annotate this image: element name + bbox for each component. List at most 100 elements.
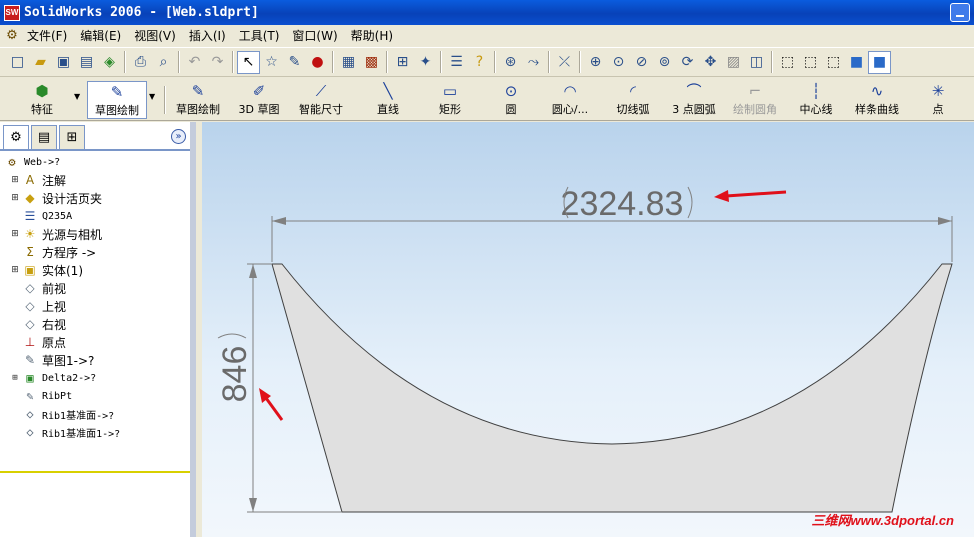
pan-icon[interactable]: ✥ xyxy=(699,51,722,74)
view-orientation-icon[interactable]: ◫ xyxy=(745,51,768,74)
help-icon[interactable]: ? xyxy=(468,51,491,74)
tool-point[interactable]: ✳ 点 xyxy=(930,81,946,119)
tree-item[interactable]: ◇ 右视 xyxy=(0,315,190,333)
move-component-icon[interactable]: ✦ xyxy=(414,51,437,74)
tree-item[interactable]: ⊞ ☀ 光源与相机 xyxy=(0,225,190,243)
tool-tangent-arc[interactable]: ◜ 切线弧 xyxy=(614,81,652,119)
grid-icon[interactable]: ▦ xyxy=(337,51,360,74)
toolbar-separator xyxy=(440,51,442,73)
tree-item[interactable]: ◇ Rib1基准面1->? xyxy=(0,423,190,441)
new-icon[interactable]: □ xyxy=(6,51,29,74)
sketch-drawing-button[interactable]: ✎ 草图绘制 xyxy=(87,81,147,119)
shaded-edges-icon[interactable]: ■ xyxy=(845,51,868,74)
expand-icon[interactable]: ⊞ xyxy=(10,265,20,275)
tree-item[interactable]: ✎ RibPt xyxy=(0,387,190,405)
measure-icon[interactable]: ⤳ xyxy=(522,51,545,74)
zoom-fit-icon[interactable]: ⊕ xyxy=(584,51,607,74)
measure2-icon[interactable]: ⤫ xyxy=(553,51,576,74)
zoom-selection-icon[interactable]: ⊚ xyxy=(653,51,676,74)
tool-circle[interactable]: ⊙ 圆 xyxy=(502,81,520,119)
tool-rectangle[interactable]: ▭ 矩形 xyxy=(436,81,464,119)
zoom-page-icon[interactable]: ⌕ xyxy=(152,51,175,74)
hidden-lines-icon[interactable]: ⬚ xyxy=(799,51,822,74)
tree-item[interactable]: Σ 方程序 -> xyxy=(0,243,190,261)
hidden-removed-icon[interactable]: ⬚ xyxy=(822,51,845,74)
expand-icon[interactable]: ⊞ xyxy=(10,175,20,185)
graphics-area[interactable]: 2324.83 846 三维网www.3dportal.cn xyxy=(202,122,974,537)
three-point-arc-icon: ⌒ xyxy=(686,82,702,100)
feature-manager-tab-icon[interactable]: ⚙ xyxy=(3,125,29,149)
part-profile[interactable] xyxy=(271,263,953,513)
tool-line[interactable]: ╲ 直线 xyxy=(374,81,402,119)
configuration-manager-tab-icon[interactable]: ⊞ xyxy=(59,125,85,149)
rotate-icon[interactable]: ⟳ xyxy=(676,51,699,74)
tree-item[interactable]: ⊞ ◆ 设计活页夹 xyxy=(0,189,190,207)
plane-icon: ◇ xyxy=(25,317,35,331)
traffic-light-icon[interactable]: ● xyxy=(306,51,329,74)
tool-three-point-arc[interactable]: ⌒ 3 点圆弧 xyxy=(668,81,720,119)
tool-smart-dimension[interactable]: ⟋ 智能尺寸 xyxy=(295,81,347,119)
tool-sketch-fillet[interactable]: ⌐ 绘制圆角 xyxy=(730,81,780,119)
tool-3d-sketch[interactable]: ✐ 3D 草图 xyxy=(235,81,283,119)
tree-root-label: Web->? xyxy=(24,156,61,168)
print-icon[interactable]: ⎙ xyxy=(129,51,152,74)
menu-help[interactable]: 帮助(H) xyxy=(347,27,402,44)
document-menu-icon[interactable]: ⚙ xyxy=(4,28,20,44)
menu-insert[interactable]: 插入(I) xyxy=(185,27,235,44)
print-preview-icon[interactable]: ▤ xyxy=(75,51,98,74)
sketch-icon[interactable]: ✎ xyxy=(283,51,306,74)
feature-dropdown-icon[interactable]: ▼ xyxy=(74,92,82,101)
tree-item[interactable]: ◇ 上视 xyxy=(0,297,190,315)
menu-edit[interactable]: 编辑(E) xyxy=(76,27,130,44)
view-3d-icon[interactable]: ▨ xyxy=(722,51,745,74)
select-other-icon[interactable]: ☆ xyxy=(260,51,283,74)
tree-root[interactable]: ⚙ Web->? xyxy=(0,153,190,171)
expand-icon[interactable]: ⊞ xyxy=(10,373,20,383)
property-manager-tab-icon[interactable]: ▤ xyxy=(31,125,57,149)
collapse-panel-icon[interactable]: » xyxy=(171,129,186,144)
rebuild-icon[interactable]: ◈ xyxy=(98,51,121,74)
tool-sketch[interactable]: ✎ 草图绘制 xyxy=(172,81,224,119)
properties-icon[interactable]: ☰ xyxy=(445,51,468,74)
dimension-horizontal-text[interactable]: 2324.83 xyxy=(561,185,684,223)
brick-icon[interactable]: ▩ xyxy=(360,51,383,74)
minimize-button[interactable] xyxy=(950,3,970,22)
tree-item[interactable]: ◇ Rib1基准面->? xyxy=(0,405,190,423)
expand-icon[interactable]: ⊞ xyxy=(10,229,20,239)
shaded-icon[interactable]: ■ xyxy=(868,50,891,74)
tool-label: 中心线 xyxy=(799,103,833,116)
zoom-in-out-icon[interactable]: ⊘ xyxy=(630,51,653,74)
rollback-bar[interactable] xyxy=(0,471,190,473)
zoom-area-icon[interactable]: ⊙ xyxy=(607,51,630,74)
tree-item[interactable]: ☰ Q235A xyxy=(0,207,190,225)
tree-item[interactable]: ◇ 前视 xyxy=(0,279,190,297)
tool-spline[interactable]: ∿ 样条曲线 xyxy=(852,81,902,119)
tree-item[interactable]: ⊞ ▣ Delta2->? xyxy=(0,369,190,387)
menu-file[interactable]: 文件(F) xyxy=(23,27,76,44)
sketch-dropdown-icon[interactable]: ▼ xyxy=(149,92,157,101)
material-icon: ☰ xyxy=(24,209,36,223)
smart-fastener-icon[interactable]: ⊛ xyxy=(499,51,522,74)
tree-item[interactable]: ⊞ ▣ 实体(1) xyxy=(0,261,190,279)
tree-item[interactable]: ⊞ A 注解 xyxy=(0,171,190,189)
toolbar-separator xyxy=(332,51,334,73)
menu-window[interactable]: 窗口(W) xyxy=(288,27,346,44)
open-icon[interactable]: ▰ xyxy=(29,51,52,74)
tree-item[interactable]: ✎ 草图1->? xyxy=(0,351,190,369)
title-bar: SW SolidWorks 2006 - [Web.sldprt] xyxy=(0,0,974,25)
undo-icon[interactable]: ↶ xyxy=(183,51,206,74)
feature-button[interactable]: ⬢ 特征 xyxy=(26,81,58,119)
save-icon[interactable]: ▣ xyxy=(52,51,75,74)
menu-tools[interactable]: 工具(T) xyxy=(235,27,289,44)
expand-icon[interactable]: ⊞ xyxy=(10,193,20,203)
select-icon[interactable]: ↖ xyxy=(237,50,260,74)
menu-view[interactable]: 视图(V) xyxy=(130,27,185,44)
wireframe-icon[interactable]: ⬚ xyxy=(776,51,799,74)
tree-item-label: 原点 xyxy=(42,335,67,350)
mate-icon[interactable]: ⊞ xyxy=(391,51,414,74)
redo-icon[interactable]: ↷ xyxy=(206,51,229,74)
tool-centerline[interactable]: ┆ 中心线 xyxy=(797,81,835,119)
tree-item[interactable]: ⊥ 原点 xyxy=(0,333,190,351)
dimension-vertical-text[interactable]: 846 xyxy=(216,346,254,403)
tool-centerpoint-arc[interactable]: ◠ 圆心/... xyxy=(546,81,594,119)
